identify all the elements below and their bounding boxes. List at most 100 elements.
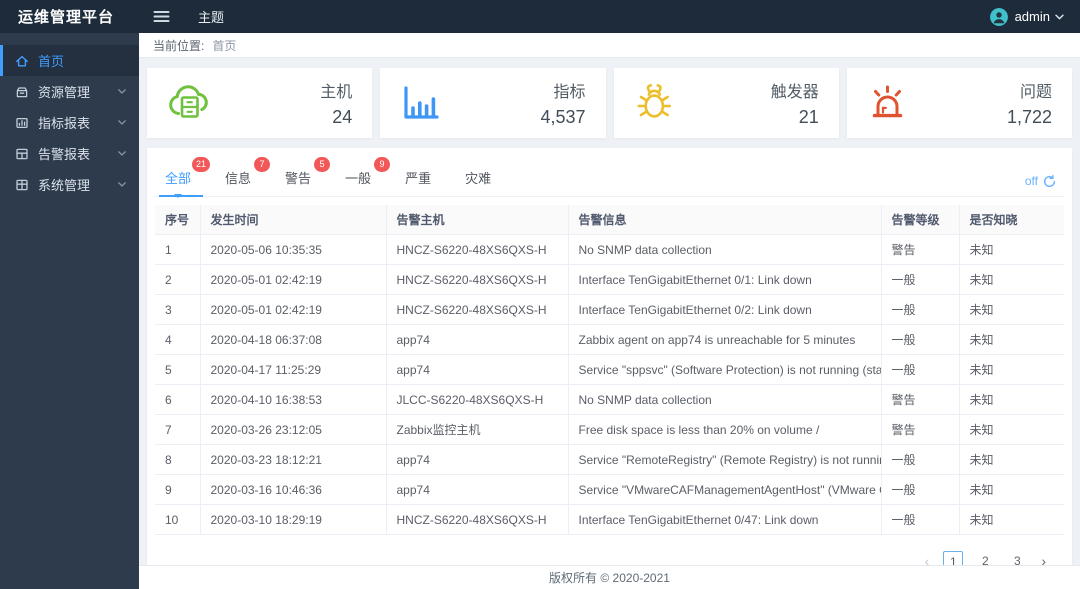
cell-level: 警告 xyxy=(881,384,960,415)
chevron-down-icon xyxy=(1055,14,1064,20)
tab-disaster[interactable]: 灾难 xyxy=(463,164,493,196)
trigger-bug-icon xyxy=(632,81,680,125)
tab-info[interactable]: 信息 7 xyxy=(223,157,271,196)
sidebar: 首页 资源管理 指标报表 告警报表 系统管理 xyxy=(0,33,139,589)
stat-label: 问题 xyxy=(1019,84,1052,101)
hamburger-menu-button[interactable] xyxy=(147,6,176,27)
tab-average[interactable]: 一般 9 xyxy=(343,157,391,196)
sidebar-item-metric-reports[interactable]: 指标报表 xyxy=(0,107,139,138)
stat-card-hosts[interactable]: 主机 24 xyxy=(147,68,373,138)
cell-time: 2020-04-17 11:25:29 xyxy=(200,354,387,385)
cell-ack: 未知 xyxy=(959,324,1064,355)
table-row: 4 2020-04-18 06:37:08 app74 Zabbix agent… xyxy=(155,324,1064,355)
cell-ack: 未知 xyxy=(959,474,1064,505)
sidebar-item-home[interactable]: 首页 xyxy=(0,45,139,76)
stat-card-problems[interactable]: 问题 1,722 xyxy=(846,68,1072,138)
table-row: 3 2020-05-01 02:42:19 HNCZ-S6220-48XS6QX… xyxy=(155,294,1064,325)
stat-value: 24 xyxy=(332,107,353,127)
cell-level: 一般 xyxy=(881,324,960,355)
tab-severe[interactable]: 严重 xyxy=(403,164,433,196)
table-row: 1 2020-05-06 10:35:35 HNCZ-S6220-48XS6QX… xyxy=(155,234,1064,265)
sidebar-item-label: 系统管理 xyxy=(38,178,91,193)
user-menu[interactable]: admin xyxy=(989,7,1064,26)
copyright-text: 版权所有 © 2020-2021 xyxy=(549,571,670,585)
cell-index: 7 xyxy=(155,414,201,445)
problem-alarm-icon xyxy=(865,81,913,125)
stat-card-triggers[interactable]: 触发器 21 xyxy=(613,68,839,138)
stat-value: 4,537 xyxy=(540,107,586,127)
breadcrumb-current-home[interactable]: 首页 xyxy=(212,37,236,54)
cell-index: 5 xyxy=(155,354,201,385)
col-header-level: 告警等级 xyxy=(881,205,960,235)
cell-message: Interface TenGigabitEthernet 0/47: Link … xyxy=(568,504,882,535)
app-title: 运维管理平台 xyxy=(18,9,115,26)
table-row: 10 2020-03-10 18:29:19 HNCZ-S6220-48XS6Q… xyxy=(155,504,1064,535)
alarm-tabs: 全部 21 信息 7 警告 5 一般 9 严重 灾难 off xyxy=(155,157,1064,198)
cell-time: 2020-03-10 18:29:19 xyxy=(200,504,387,535)
metric-report-icon xyxy=(14,115,29,130)
cell-level: 一般 xyxy=(881,504,960,535)
cell-host: app74 xyxy=(386,354,569,385)
footer: 版权所有 © 2020-2021 xyxy=(139,565,1080,589)
cell-message: Interface TenGigabitEthernet 0/2: Link d… xyxy=(568,294,882,325)
cell-level: 一般 xyxy=(881,294,960,325)
table-row: 8 2020-03-23 18:12:21 app74 Service "Rem… xyxy=(155,444,1064,475)
sidebar-item-label: 首页 xyxy=(38,54,65,69)
sidebar-item-alarm-reports[interactable]: 告警报表 xyxy=(0,138,139,169)
col-header-host: 告警主机 xyxy=(386,205,569,235)
sidebar-item-system-manage[interactable]: 系统管理 xyxy=(0,169,139,200)
chevron-down-icon xyxy=(118,89,126,94)
table-row: 2 2020-05-01 02:42:19 HNCZ-S6220-48XS6QX… xyxy=(155,264,1064,295)
tab-label: 严重 xyxy=(405,171,432,186)
auto-refresh-toggle[interactable]: off xyxy=(1025,174,1056,196)
tab-label: 一般 xyxy=(345,171,372,186)
tab-label: 警告 xyxy=(285,171,312,186)
tab-label: 灾难 xyxy=(465,171,492,186)
theme-menu-item[interactable]: 主题 xyxy=(198,7,224,26)
stat-label: 主机 xyxy=(320,84,353,101)
tab-label: 信息 xyxy=(225,171,252,186)
top-header: 运维管理平台 主题 admin xyxy=(0,0,1080,33)
cell-index: 1 xyxy=(155,234,201,265)
sidebar-item-label: 告警报表 xyxy=(38,147,91,162)
cell-host: Zabbix监控主机 xyxy=(386,414,569,445)
table-row: 5 2020-04-17 11:25:29 app74 Service "spp… xyxy=(155,354,1064,385)
cell-time: 2020-03-23 18:12:21 xyxy=(200,444,387,475)
cell-message: Zabbix agent on app74 is unreachable for… xyxy=(568,324,882,355)
cell-index: 3 xyxy=(155,294,201,325)
tab-badge: 21 xyxy=(192,157,211,172)
chevron-down-icon xyxy=(118,120,126,125)
metrics-bar-chart-icon xyxy=(398,81,446,125)
cell-ack: 未知 xyxy=(959,264,1064,295)
cell-time: 2020-05-01 02:42:19 xyxy=(200,294,387,325)
alarm-table: 序号 发生时间 告警主机 告警信息 告警等级 是否知晓 1 2020-05-06… xyxy=(155,205,1064,535)
cell-host: HNCZ-S6220-48XS6QXS-H xyxy=(386,294,569,325)
cell-time: 2020-03-26 23:12:05 xyxy=(200,414,387,445)
stats-row: 主机 24 指标 4,537 触发器 21 问题 1,722 xyxy=(147,68,1072,138)
tab-all[interactable]: 全部 21 xyxy=(158,157,211,198)
hamburger-icon xyxy=(153,10,170,23)
cell-time: 2020-05-06 10:35:35 xyxy=(200,234,387,265)
cell-ack: 未知 xyxy=(959,444,1064,475)
table-row: 9 2020-03-16 10:46:36 app74 Service "VMw… xyxy=(155,474,1064,505)
stat-value: 1,722 xyxy=(1006,107,1052,127)
chevron-down-icon xyxy=(118,151,126,156)
refresh-state-label: off xyxy=(1024,174,1038,188)
home-icon xyxy=(14,53,29,68)
stat-card-metrics[interactable]: 指标 4,537 xyxy=(380,68,606,138)
cell-index: 4 xyxy=(155,324,201,355)
alarm-panel: 全部 21 信息 7 警告 5 一般 9 严重 灾难 off 序号 发生时间 告… xyxy=(147,148,1072,589)
cell-ack: 未知 xyxy=(959,414,1064,445)
cell-time: 2020-04-10 16:38:53 xyxy=(200,384,387,415)
user-name: admin xyxy=(1014,9,1050,24)
avatar xyxy=(989,7,1008,26)
sidebar-item-label: 指标报表 xyxy=(38,116,91,131)
cell-level: 一般 xyxy=(881,264,960,295)
cell-host: app74 xyxy=(386,444,569,475)
col-header-ack: 是否知晓 xyxy=(959,205,1064,235)
col-header-message: 告警信息 xyxy=(568,205,882,235)
tab-warning[interactable]: 警告 5 xyxy=(283,157,331,196)
cell-host: JLCC-S6220-48XS6QXS-H xyxy=(386,384,569,415)
cell-index: 10 xyxy=(155,504,201,535)
sidebar-item-resources[interactable]: 资源管理 xyxy=(0,76,139,107)
